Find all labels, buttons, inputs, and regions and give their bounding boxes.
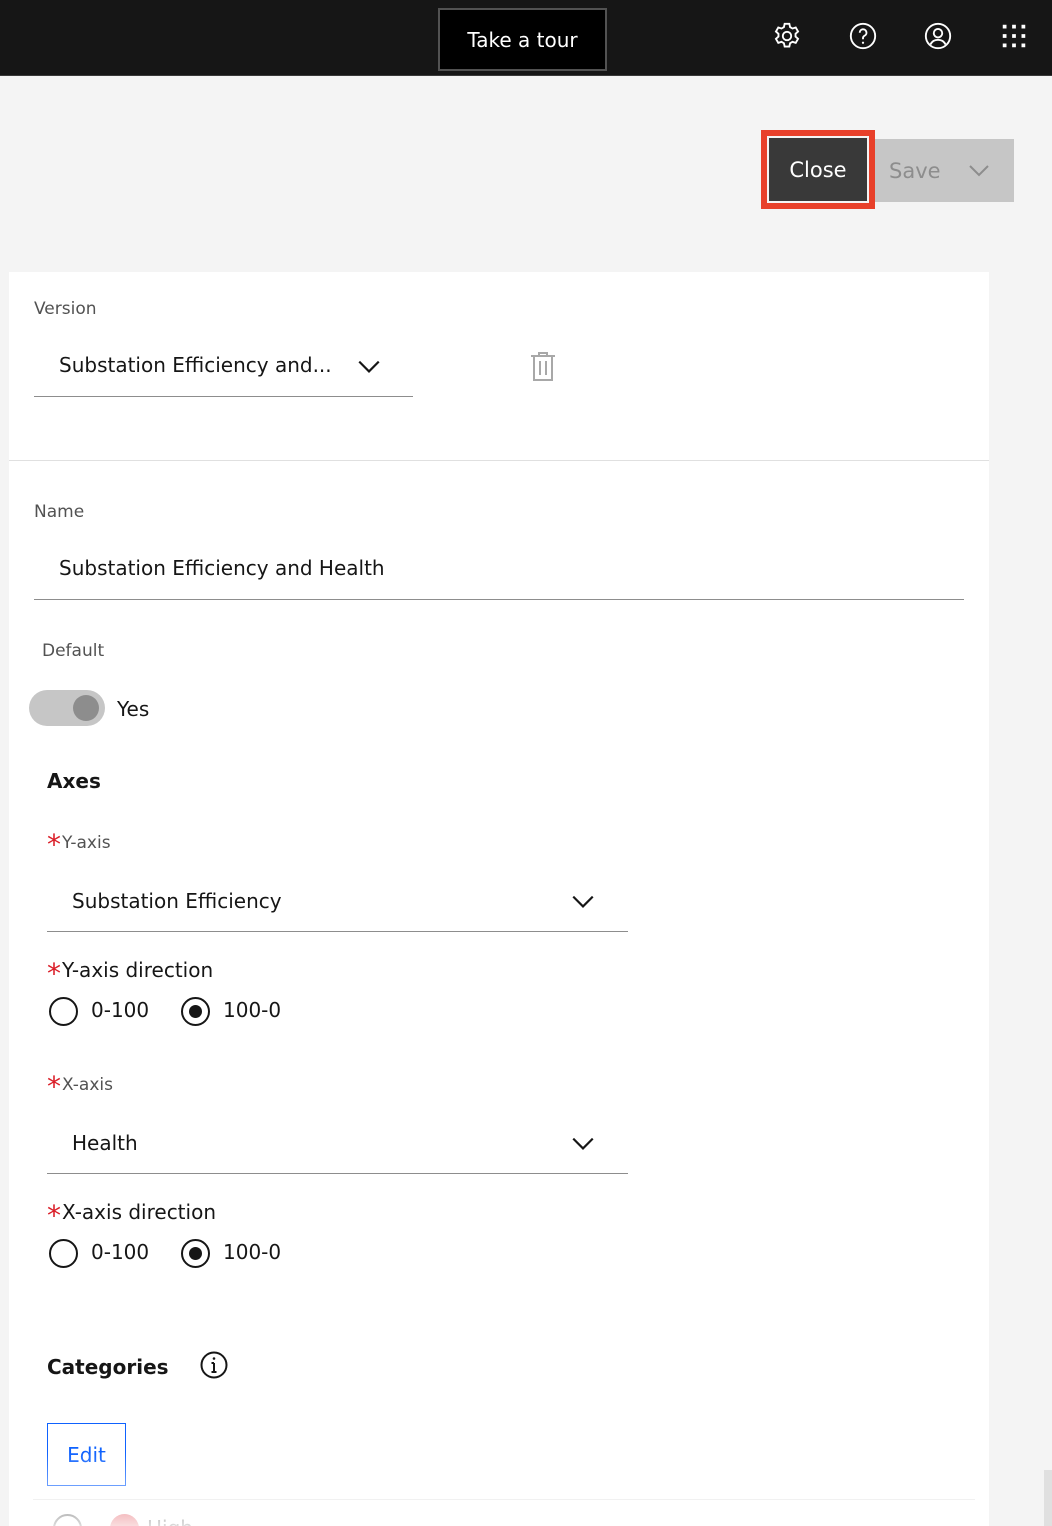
- configuration-panel: Version Substation Efficiency and... Nam…: [9, 272, 989, 1526]
- required-marker: *: [47, 828, 61, 861]
- name-input[interactable]: Substation Efficiency and Health: [59, 556, 385, 580]
- y-axis-dropdown-underline: [47, 931, 628, 932]
- x-axis-label: *X-axis: [47, 1070, 113, 1103]
- close-button-highlight: Close: [761, 130, 875, 209]
- required-marker: *: [47, 1070, 61, 1103]
- default-toggle-label: Yes: [117, 697, 150, 721]
- help-icon: [849, 22, 877, 50]
- help-button[interactable]: [843, 16, 883, 56]
- chevron-down-icon: [572, 1137, 594, 1150]
- take-a-tour-button[interactable]: Take a tour: [438, 8, 607, 71]
- x-direction-radio-0-100[interactable]: [49, 1239, 78, 1268]
- name-label: Name: [34, 502, 85, 522]
- y-direction-radio-100-0[interactable]: [181, 997, 210, 1026]
- save-button-label: Save: [889, 158, 941, 183]
- app-switcher-icon: [1002, 24, 1026, 48]
- x-axis-dropdown-underline: [47, 1173, 628, 1174]
- y-direction-option-label: 0-100: [91, 998, 150, 1022]
- trash-icon[interactable]: [528, 350, 558, 382]
- top-navigation-bar: Take a tour: [0, 0, 1052, 76]
- chevron-down-icon[interactable]: [967, 159, 991, 183]
- user-profile-button[interactable]: [918, 16, 958, 56]
- user-icon: [924, 22, 952, 50]
- close-button[interactable]: Close: [769, 138, 867, 201]
- x-axis-dropdown-value: Health: [72, 1131, 138, 1155]
- save-button[interactable]: Save: [875, 139, 1014, 202]
- y-axis-direction-label: *Y-axis direction: [47, 957, 214, 990]
- scrollbar[interactable]: [1044, 1470, 1052, 1526]
- required-marker: *: [47, 1199, 61, 1232]
- category-label: High: [147, 1516, 193, 1526]
- default-toggle[interactable]: [29, 690, 105, 726]
- y-axis-label: *Y-axis: [47, 828, 111, 861]
- version-label: Version: [34, 299, 97, 319]
- info-icon[interactable]: [199, 1350, 229, 1380]
- category-select-radio[interactable]: [53, 1514, 82, 1526]
- chevron-down-icon: [572, 895, 594, 908]
- required-marker: *: [47, 957, 61, 990]
- axes-heading: Axes: [47, 769, 101, 793]
- x-direction-radio-100-0[interactable]: [181, 1239, 210, 1268]
- category-color-icon: [110, 1514, 139, 1526]
- settings-button[interactable]: [767, 16, 807, 56]
- y-axis-dropdown-value: Substation Efficiency: [72, 889, 282, 913]
- gear-icon: [774, 22, 800, 48]
- scroll-fade: [9, 1452, 989, 1526]
- y-direction-option-label: 100-0: [223, 998, 282, 1022]
- app-switcher-button[interactable]: [994, 16, 1034, 56]
- edit-categories-button[interactable]: Edit: [47, 1423, 126, 1486]
- version-dropdown-underline: [34, 396, 413, 397]
- name-input-underline: [34, 599, 964, 600]
- categories-heading: Categories: [47, 1355, 169, 1379]
- version-dropdown-value: Substation Efficiency and...: [59, 353, 332, 377]
- category-divider: [33, 1499, 975, 1500]
- chevron-down-icon: [358, 360, 380, 373]
- section-divider: [9, 460, 989, 461]
- x-direction-option-label: 0-100: [91, 1240, 150, 1264]
- x-direction-option-label: 100-0: [223, 1240, 282, 1264]
- toggle-knob: [73, 695, 99, 721]
- x-axis-direction-label: *X-axis direction: [47, 1199, 216, 1232]
- default-label: Default: [42, 641, 105, 661]
- y-direction-radio-0-100[interactable]: [49, 997, 78, 1026]
